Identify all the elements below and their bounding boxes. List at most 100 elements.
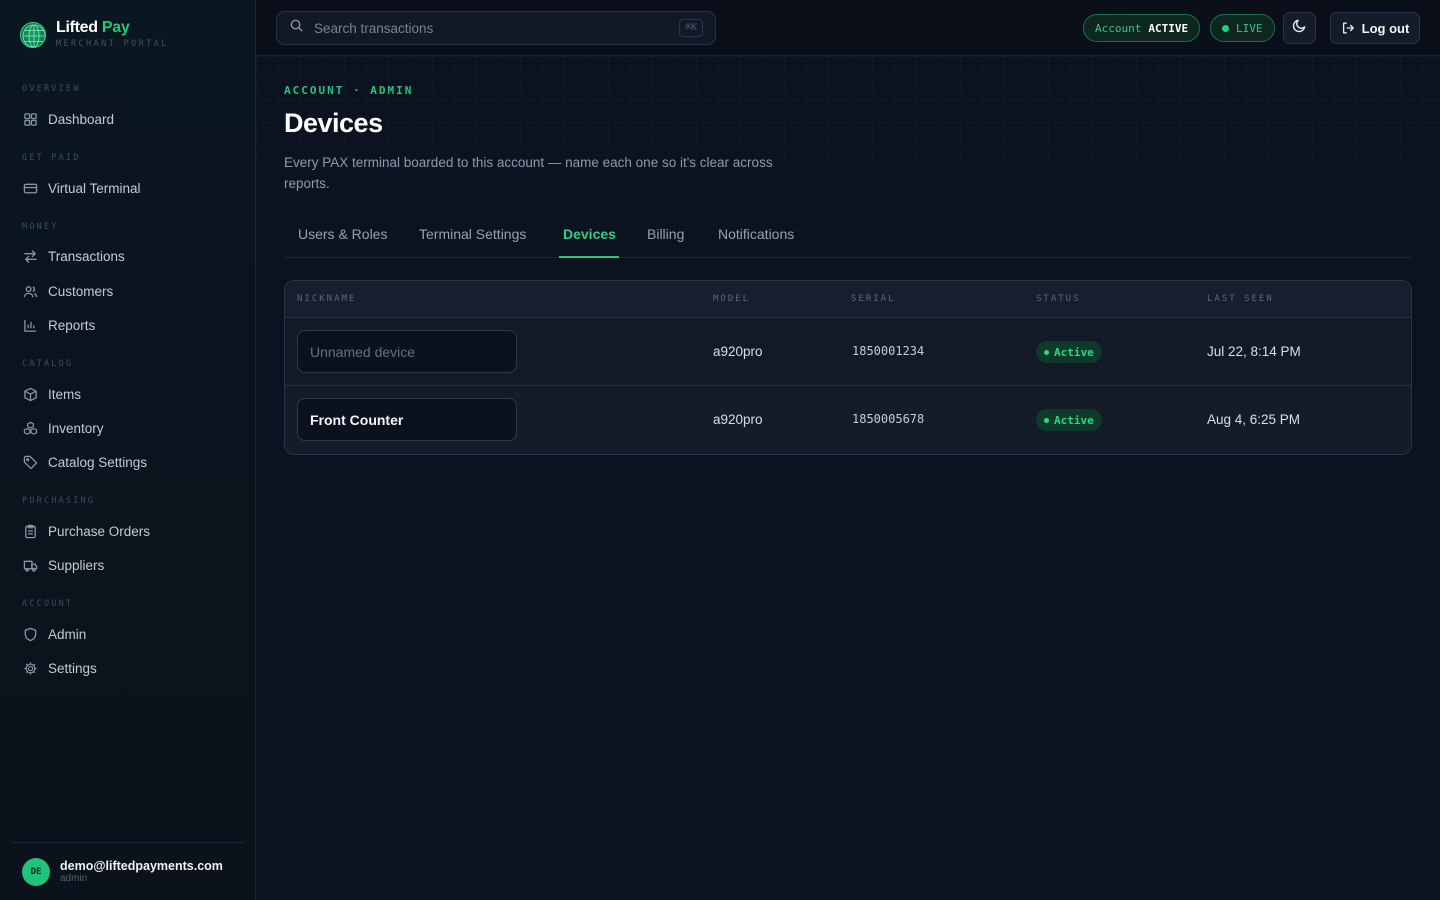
search-placeholder: Search transactions	[314, 20, 434, 36]
section-label-overview: OVERVIEW	[22, 84, 81, 94]
theme-toggle-button[interactable]	[1283, 12, 1316, 44]
sidebar-item-virtual-terminal[interactable]: Virtual Terminal	[22, 178, 141, 198]
moon-icon	[1292, 18, 1307, 38]
section-label-account: ACCOUNT	[22, 599, 74, 609]
status-label: Active	[1054, 413, 1094, 427]
sidebar-item-label: Catalog Settings	[48, 454, 148, 470]
users-icon	[22, 283, 38, 299]
tab-terminal-settings[interactable]: Terminal Settings	[419, 226, 526, 258]
shield-icon	[22, 626, 38, 642]
sidebar-item-inventory[interactable]: Inventory	[22, 418, 104, 438]
device-model: a920pro	[713, 412, 763, 427]
status-badge: Active	[1036, 341, 1102, 363]
box-icon	[22, 386, 38, 402]
tag-icon	[22, 454, 38, 470]
search-shortcut: ⌘K	[678, 19, 703, 37]
grid-icon	[22, 111, 38, 127]
tab-bar: Users & Roles Terminal Settings Devices …	[284, 222, 1412, 258]
sidebar-item-label: Items	[48, 386, 82, 402]
column-header-model: MODEL	[713, 294, 751, 304]
account-status: ACTIVE	[1148, 21, 1189, 35]
column-header-nickname: NICKNAME	[297, 294, 357, 304]
sidebar-item-label: Dashboard	[48, 111, 115, 127]
sidebar: Lifted Pay MERCHANT PORTAL OVERVIEW Dash…	[0, 0, 256, 900]
nickname-input[interactable]: Front Counter	[297, 398, 517, 441]
sidebar-item-catalog-settings[interactable]: Catalog Settings	[22, 452, 147, 472]
brand-name-part2: Pay	[101, 19, 130, 36]
section-label-purchasing: PURCHASING	[22, 496, 96, 506]
tab-users-roles[interactable]: Users & Roles	[298, 226, 387, 258]
sidebar-item-label: Inventory	[48, 420, 104, 436]
logout-label: Log out	[1361, 20, 1410, 36]
column-header-serial: SERIAL	[851, 294, 896, 304]
nickname-input[interactable]: Unnamed device	[297, 330, 517, 373]
device-model: a920pro	[713, 344, 763, 359]
brand-name-part1: Lifted	[56, 19, 98, 36]
search-input[interactable]: Search transactions ⌘K	[276, 11, 716, 45]
main-content: ACCOUNT · ADMIN Devices Every PAX termin…	[256, 56, 1440, 900]
sidebar-item-label: Suppliers	[48, 557, 105, 573]
logout-button[interactable]: Log out	[1330, 12, 1420, 44]
sidebar-item-customers[interactable]: Customers	[22, 281, 113, 301]
sidebar-item-items[interactable]: Items	[22, 384, 81, 404]
user-email: demo@liftedpayments.com	[60, 858, 223, 873]
page-description: Every PAX terminal boarded to this accou…	[284, 155, 773, 191]
brand[interactable]: Lifted Pay MERCHANT PORTAL	[20, 20, 169, 49]
tab-devices[interactable]: Devices	[563, 226, 616, 258]
sidebar-item-purchase-orders[interactable]: Purchase Orders	[22, 521, 150, 541]
device-serial: 1850001234	[852, 344, 925, 358]
tab-billing[interactable]: Billing	[647, 226, 684, 258]
table-row: Unnamed device a920pro 1850001234 Active…	[285, 318, 1411, 386]
user-profile[interactable]: DE demo@liftedpayments.com admin	[12, 842, 244, 900]
sidebar-item-label: Reports	[48, 317, 96, 333]
sidebar-item-label: Virtual Terminal	[48, 180, 141, 196]
last-seen: Aug 4, 6:25 PM	[1207, 412, 1301, 427]
bar-chart-icon	[22, 317, 38, 333]
section-label-money: MONEY	[22, 222, 59, 232]
credit-card-icon	[22, 180, 38, 196]
sidebar-item-settings[interactable]: Settings	[22, 658, 97, 678]
status-badge: Active	[1036, 409, 1102, 431]
clipboard-icon	[22, 523, 38, 539]
sidebar-item-dashboard[interactable]: Dashboard	[22, 109, 114, 129]
logout-icon	[1342, 22, 1354, 34]
device-serial: 1850005678	[852, 412, 925, 426]
user-role: admin	[60, 872, 88, 884]
page-title: Devices	[284, 108, 383, 138]
globe-icon	[20, 21, 46, 48]
devices-table: NICKNAME MODEL SERIAL STATUS LAST SEEN U…	[284, 280, 1412, 455]
status-dot	[1044, 349, 1049, 355]
topbar: Search transactions ⌘K Account ACTIVE LI…	[256, 0, 1440, 56]
gear-icon	[22, 660, 38, 676]
tab-notifications[interactable]: Notifications	[718, 226, 794, 258]
sidebar-item-label: Purchase Orders	[48, 523, 151, 539]
sidebar-item-reports[interactable]: Reports	[22, 315, 95, 335]
column-header-last-seen: LAST SEEN	[1207, 294, 1274, 304]
live-mode-badge: LIVE	[1210, 14, 1275, 42]
truck-icon	[22, 557, 38, 573]
account-label: Account	[1095, 21, 1142, 35]
last-seen: Jul 22, 8:14 PM	[1207, 344, 1301, 359]
avatar: DE	[22, 857, 50, 886]
sidebar-item-suppliers[interactable]: Suppliers	[22, 555, 104, 575]
sidebar-item-label: Customers	[48, 283, 114, 299]
breadcrumb: ACCOUNT · ADMIN	[284, 84, 414, 97]
mode-label: LIVE	[1236, 21, 1263, 35]
brand-name: Lifted Pay	[56, 20, 169, 36]
search-icon	[289, 18, 304, 38]
section-label-get-paid: GET PAID	[22, 153, 81, 163]
table-row: Front Counter a920pro 1850005678 Active …	[285, 386, 1411, 454]
account-status-badge: Account ACTIVE	[1083, 14, 1201, 42]
live-dot	[1222, 24, 1229, 32]
status-dot	[1044, 417, 1049, 423]
boxes-icon	[22, 420, 38, 436]
column-header-status: STATUS	[1036, 294, 1081, 304]
section-label-catalog: CATALOG	[22, 359, 74, 369]
sidebar-item-label: Transactions	[48, 248, 125, 264]
table-header: NICKNAME MODEL SERIAL STATUS LAST SEEN	[285, 281, 1411, 318]
brand-subtitle: MERCHANT PORTAL	[56, 39, 169, 49]
active-tab-indicator	[559, 256, 619, 258]
sidebar-item-label: Admin	[48, 626, 87, 642]
sidebar-item-admin[interactable]: Admin	[22, 624, 86, 644]
sidebar-item-transactions[interactable]: Transactions	[22, 246, 125, 266]
